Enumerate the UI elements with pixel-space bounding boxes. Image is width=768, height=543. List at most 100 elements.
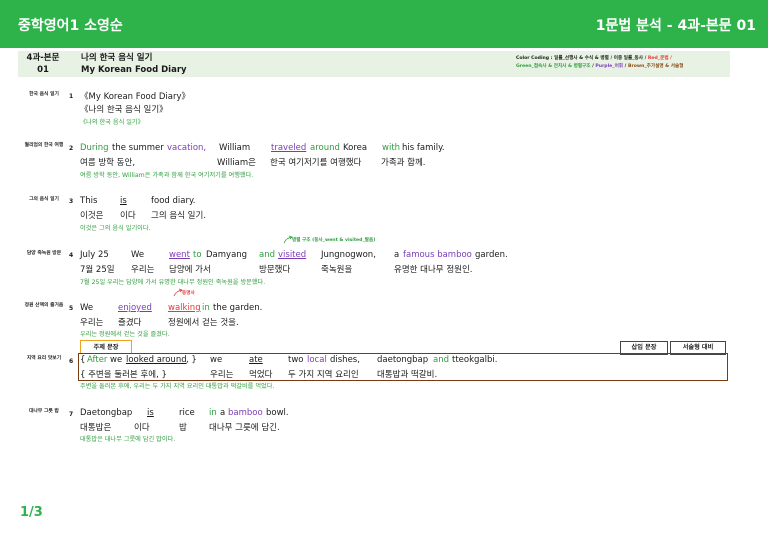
- word-ko: 여름 방학 동안,: [80, 158, 136, 168]
- word: traveled: [271, 143, 307, 153]
- sentence-translation: 주변을 둘러본 후에, 우리는 두 가지 지역 요리인 대통밥과 떡갈비를 먹었…: [80, 383, 275, 390]
- row-label: 월리엄의 한국 여행: [24, 143, 64, 148]
- word-ko: 한국 여기저기를 여행했다: [270, 158, 362, 168]
- word: tteokgalbi.: [452, 355, 498, 365]
- sentence-translation: 7월 25일 우리는 담양에 가서 유명한 대나무 정원인 죽녹원을 방문했다.: [80, 279, 266, 286]
- sentence-translation: 《나의 한국 음식 일기》: [80, 119, 144, 126]
- word: his family.: [402, 143, 445, 153]
- word: with: [382, 143, 401, 153]
- word: rice: [179, 408, 195, 418]
- word-ko: 그의 음식 일기.: [151, 211, 207, 221]
- word: Jungnogwon,: [321, 250, 376, 260]
- word: We: [80, 303, 94, 313]
- word: {: [80, 355, 86, 365]
- legend-red: Red_문법 /: [647, 56, 672, 61]
- word-ko: 대나무 그릇에 담긴.: [209, 423, 280, 433]
- word: went: [169, 250, 190, 260]
- word-ko: 밥: [179, 423, 187, 433]
- word: and: [259, 250, 275, 260]
- sentence-translation: 이것은 그의 음식 일기이다.: [80, 225, 151, 232]
- word: This: [80, 196, 98, 206]
- word: to: [193, 250, 202, 260]
- section-title: 1문법 분석 - 4과-본문 01: [595, 18, 756, 34]
- word: Daetongbap: [80, 408, 133, 418]
- word-ko: William은: [217, 158, 256, 168]
- row-label: 담양 죽녹원 방문: [26, 251, 62, 256]
- word: , }: [186, 355, 197, 365]
- word: After: [87, 355, 108, 365]
- sentence-number: 7: [69, 411, 74, 418]
- topic-sentence-label: 주제 문장: [93, 344, 119, 351]
- word: famous bamboo: [403, 250, 472, 260]
- sentence-number: 1: [69, 93, 74, 100]
- word-ko: 방문했다: [259, 265, 291, 275]
- word: July 25: [80, 250, 109, 260]
- word-ko: 두 가지 지역 요리인: [288, 370, 359, 380]
- sentence-number: 6: [69, 358, 74, 365]
- book-title: 중학영어1 소영순: [18, 18, 123, 34]
- legend-prefix: Color Coding : 일률_선행사 & 수식 & 병렬 / 이중 일률_…: [516, 56, 648, 61]
- word-ko: 대통밥과 떡갈비.: [377, 370, 438, 380]
- sentence-en: 《My Korean Food Diary》: [80, 92, 190, 102]
- legend-purple: Purple_어휘: [595, 64, 624, 69]
- word-ko: 우리는: [131, 265, 155, 275]
- word-ko: 가족과 함께.: [381, 158, 426, 168]
- word: During: [80, 143, 109, 153]
- word: is: [120, 196, 127, 206]
- word: we: [110, 355, 123, 365]
- row-label: 대나무 그릇 밥: [29, 409, 59, 414]
- word: visited: [278, 250, 307, 260]
- word-ko: 담양에 가서: [169, 265, 211, 275]
- word: Damyang: [206, 250, 248, 260]
- annotation-label: 동명사: [182, 291, 195, 296]
- word: vacation,: [167, 143, 207, 153]
- sentence-translation: 여름 방학 동안, William은 가족과 함께 한국 여기저기를 여행했다.: [80, 172, 254, 179]
- word-ko: 우리는: [210, 370, 234, 380]
- page-number: 1/3: [20, 505, 43, 520]
- word: a: [394, 250, 400, 260]
- row-label: 한국 음식 일기: [29, 92, 59, 97]
- word: garden.: [475, 250, 508, 260]
- word-ko: 즐겼다: [118, 318, 142, 328]
- word-ko: 이다: [134, 423, 150, 433]
- row-label: 그의 음식 일기: [29, 197, 59, 202]
- word: and: [433, 355, 449, 365]
- word: enjoyed: [118, 303, 152, 313]
- row-label: 정원 산책의 즐거움: [24, 303, 64, 308]
- sentence-number: 2: [69, 145, 74, 152]
- word-ko: { 주변을 둘러본 후에, }: [80, 370, 167, 380]
- word-ko: 우리는: [80, 318, 104, 328]
- row-label: 지역 요리 맛보기: [26, 356, 62, 361]
- word: dishes,: [330, 355, 360, 365]
- word: is: [147, 408, 154, 418]
- word: bowl.: [266, 408, 289, 418]
- annotation-label: 병렬 구조 (동사_went & visited_발음): [292, 238, 376, 243]
- word: Korea: [343, 143, 368, 153]
- word: We: [131, 250, 145, 260]
- word: we: [210, 355, 223, 365]
- sentence-translation: 대통밥은 대나무 그릇에 담긴 밥이다.: [80, 436, 176, 443]
- word-ko: 7월 25일: [80, 265, 115, 275]
- word-ko: 유명한 대나무 정원인.: [394, 265, 473, 275]
- document-title-ko: 나의 한국 음식 일기: [81, 53, 153, 63]
- word: in: [202, 303, 210, 313]
- sentence-number: 5: [69, 305, 74, 312]
- word-ko: 먹었다: [249, 370, 273, 380]
- word: William: [219, 143, 251, 153]
- sentence-number: 4: [69, 252, 74, 259]
- word-ko: 이것은: [80, 211, 104, 221]
- word: food diary.: [151, 196, 196, 206]
- sentence-ko: 《나의 한국 음식 일기》: [80, 105, 168, 115]
- word: ate: [249, 355, 263, 365]
- word: daetongbap: [377, 355, 429, 365]
- lesson-line-1: 4과-본문: [26, 53, 60, 63]
- word: local: [307, 355, 327, 365]
- word: two: [288, 355, 304, 365]
- word: walking: [168, 303, 201, 313]
- word-ko: 정원에서 걷는 것을.: [168, 318, 239, 328]
- lesson-label: 4과-본문 01: [18, 52, 68, 76]
- word-ko: 대통밥은: [80, 423, 112, 433]
- legend-green: Green_접속사 & 전치사 & 병렬구조: [516, 64, 591, 69]
- word: the garden.: [213, 303, 263, 313]
- word-ko: 이다: [120, 211, 136, 221]
